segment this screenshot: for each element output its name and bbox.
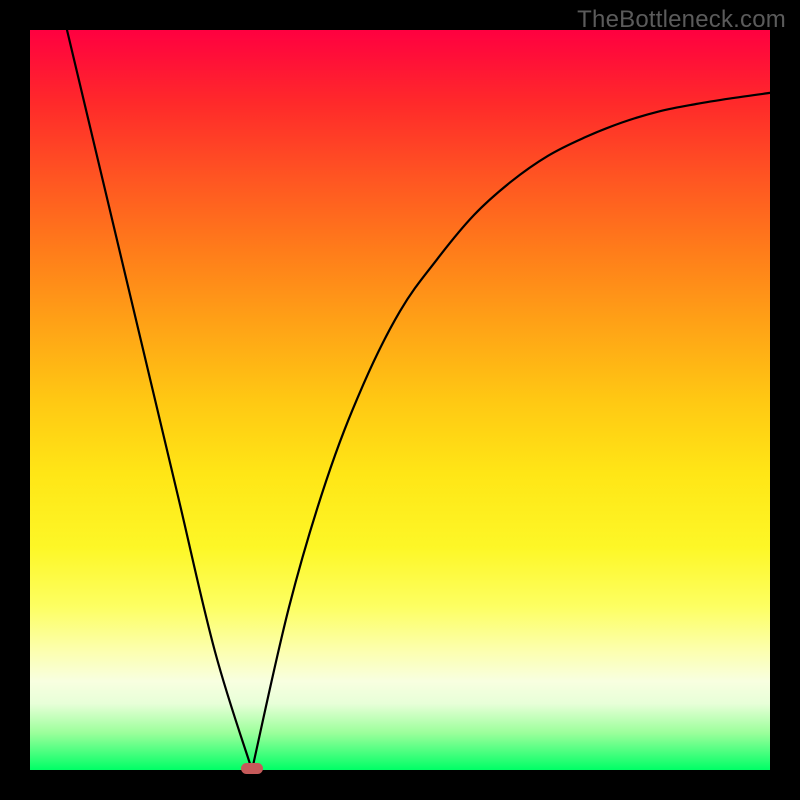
- watermark-text: TheBottleneck.com: [577, 6, 786, 34]
- bottleneck-curve: [67, 30, 770, 770]
- bottleneck-curve-svg: [30, 30, 770, 770]
- chart-frame: TheBottleneck.com: [0, 0, 800, 800]
- curve-minimum-marker: [241, 763, 263, 774]
